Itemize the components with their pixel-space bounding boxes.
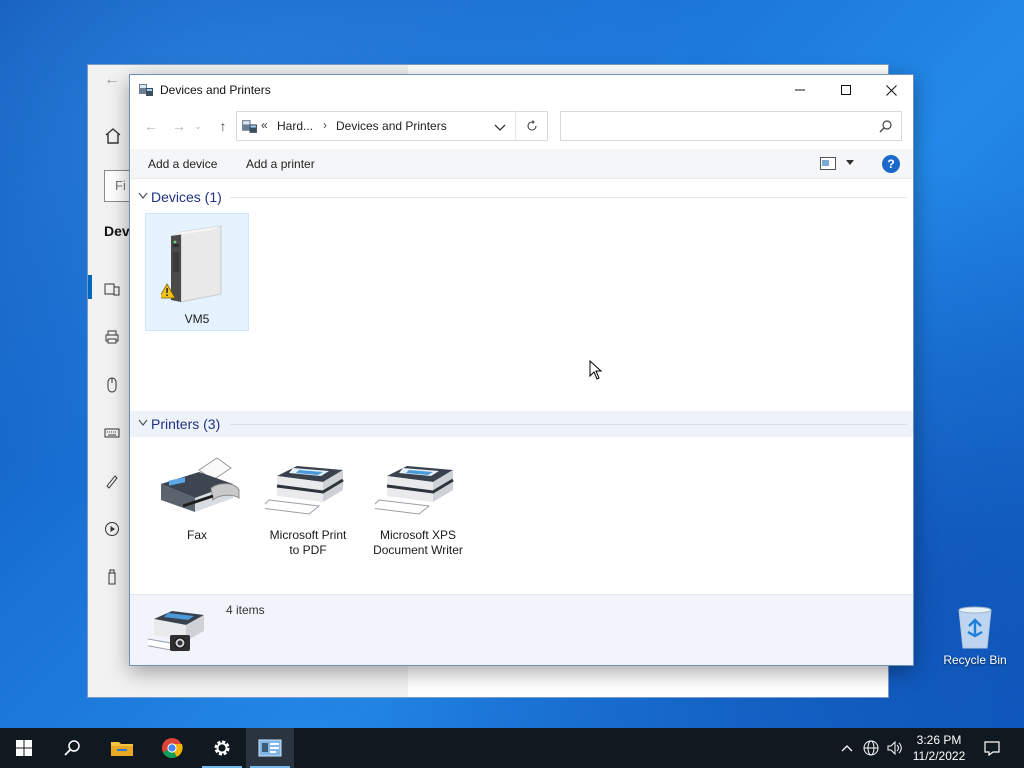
group-divider	[230, 197, 907, 198]
chevron-down-icon[interactable]	[491, 118, 509, 136]
network-button[interactable]	[860, 728, 882, 768]
devices-group-label: Devices (1)	[151, 189, 222, 205]
usb-icon[interactable]	[104, 569, 120, 585]
chrome-button[interactable]	[148, 728, 196, 768]
recent-locations-button[interactable]: ⌄	[192, 115, 204, 137]
show-hidden-icons-button[interactable]	[838, 728, 856, 768]
start-button[interactable]	[0, 728, 48, 768]
computer-tower-icon	[161, 225, 222, 303]
taskbar-search-button[interactable]	[48, 728, 96, 768]
notification-icon	[984, 741, 1000, 756]
mouse-icon[interactable]	[104, 377, 120, 393]
back-button[interactable]: ←	[140, 115, 162, 137]
add-device-button[interactable]: Add a device	[148, 157, 217, 171]
breadcrumb-separator[interactable]: ›	[323, 118, 327, 132]
printer-label-line2: Document Writer	[373, 543, 463, 557]
speaker-icon	[887, 741, 902, 755]
collapse-chevron-icon[interactable]	[138, 192, 148, 200]
minimize-icon	[795, 89, 805, 91]
devices-printers-icon	[258, 739, 282, 757]
printer-label-line1: Microsoft XPS	[379, 528, 457, 542]
refresh-button[interactable]	[515, 111, 548, 141]
recycle-bin-icon	[958, 606, 992, 649]
printer-label-line2: to PDF	[289, 543, 327, 557]
breadcrumb-overflow[interactable]: «	[261, 118, 268, 132]
recycle-bin-desktop-icon[interactable]: Recycle Bin	[940, 600, 1010, 670]
autoplay-icon[interactable]	[104, 521, 120, 537]
devices-printers-app-icon	[139, 84, 153, 96]
clock-date: 11/2/2022	[912, 749, 966, 763]
content-pane: Devices (1) VM5 Printers (3) Fax Microso…	[130, 180, 913, 595]
bluetooth-devices-icon[interactable]	[104, 281, 120, 297]
refresh-icon	[526, 120, 537, 131]
devices-and-printers-window: Devices and Printers ← → ⌄ ↑ « Hard... ›…	[129, 74, 914, 666]
navigation-bar: ← → ⌄ ↑ « Hard... › Devices and Printers	[130, 105, 913, 147]
add-printer-button[interactable]: Add a printer	[246, 157, 315, 171]
search-icon	[879, 120, 892, 133]
device-label: VM5	[184, 312, 210, 326]
pen-icon[interactable]	[104, 473, 120, 489]
minimize-button[interactable]	[777, 75, 823, 105]
search-input[interactable]	[560, 111, 902, 141]
close-button[interactable]	[868, 75, 914, 105]
devices-printers-large-icon	[148, 611, 204, 652]
fax-icon	[161, 457, 240, 512]
start-icon	[16, 740, 32, 756]
details-pane: 4 items	[130, 594, 913, 665]
device-tile-vm5[interactable]: VM5	[145, 213, 249, 331]
selected-nav-indicator	[88, 275, 92, 299]
printer-icon	[265, 466, 344, 515]
collapse-chevron-icon[interactable]	[138, 419, 148, 427]
group-divider	[230, 424, 907, 425]
settings-icon	[214, 740, 230, 756]
printer-label-line1: Fax	[186, 528, 207, 542]
clock-time: 3:26 PM	[916, 733, 962, 747]
taskbar-clock[interactable]: 3:26 PM 11/2/2022	[906, 732, 972, 764]
up-button[interactable]: ↑	[212, 115, 234, 137]
forward-button[interactable]: →	[168, 115, 190, 137]
printers-group-label: Printers (3)	[151, 416, 221, 432]
printer-icon[interactable]	[104, 329, 120, 345]
printers-group-header[interactable]: Printers (3)	[130, 411, 913, 437]
maximize-button[interactable]	[823, 75, 869, 105]
command-bar: Add a device Add a printer ?	[130, 149, 913, 179]
address-bar[interactable]: « Hard... › Devices and Printers	[236, 111, 548, 141]
devices-printers-taskbar-button[interactable]	[246, 728, 294, 768]
window-title: Devices and Printers	[160, 83, 271, 97]
chevron-up-icon	[841, 745, 853, 752]
file-explorer-button[interactable]	[98, 728, 146, 768]
printer-tile-print-to-pdf[interactable]: Microsoft Print to PDF	[255, 446, 361, 564]
printer-icon	[375, 466, 454, 515]
printer-label-line1: Microsoft Print	[269, 528, 347, 542]
title-bar[interactable]: Devices and Printers	[130, 75, 913, 105]
printer-tile-xps-writer[interactable]: Microsoft XPS Document Writer	[365, 446, 471, 564]
settings-taskbar-button[interactable]	[198, 728, 246, 768]
network-globe-icon	[863, 740, 879, 756]
search-icon	[64, 740, 80, 756]
keyboard-icon[interactable]	[104, 425, 120, 441]
control-panel-icon	[242, 120, 257, 133]
taskbar: 3:26 PM 11/2/2022	[0, 728, 1024, 768]
mouse-cursor-icon	[589, 360, 603, 380]
home-icon[interactable]	[104, 127, 122, 145]
item-count: 4 items	[226, 603, 265, 617]
recycle-bin-label: Recycle Bin	[943, 653, 1007, 667]
action-center-button[interactable]	[978, 728, 1006, 768]
settings-heading: Dev	[104, 223, 130, 239]
maximize-icon	[841, 85, 851, 95]
volume-button[interactable]	[884, 728, 906, 768]
chrome-icon	[162, 738, 183, 759]
printer-tile-fax[interactable]: Fax	[145, 446, 249, 564]
close-icon	[885, 84, 897, 96]
settings-back-icon[interactable]: ←	[104, 71, 120, 89]
breadcrumb-hardware[interactable]: Hard...	[277, 119, 313, 133]
devices-group-header[interactable]: Devices (1)	[130, 184, 913, 210]
breadcrumb-devices-printers[interactable]: Devices and Printers	[336, 119, 447, 133]
change-view-icon[interactable]	[820, 157, 836, 170]
file-explorer-icon	[111, 742, 133, 756]
help-button[interactable]: ?	[882, 155, 900, 173]
view-options-dropdown-icon[interactable]	[846, 158, 854, 166]
